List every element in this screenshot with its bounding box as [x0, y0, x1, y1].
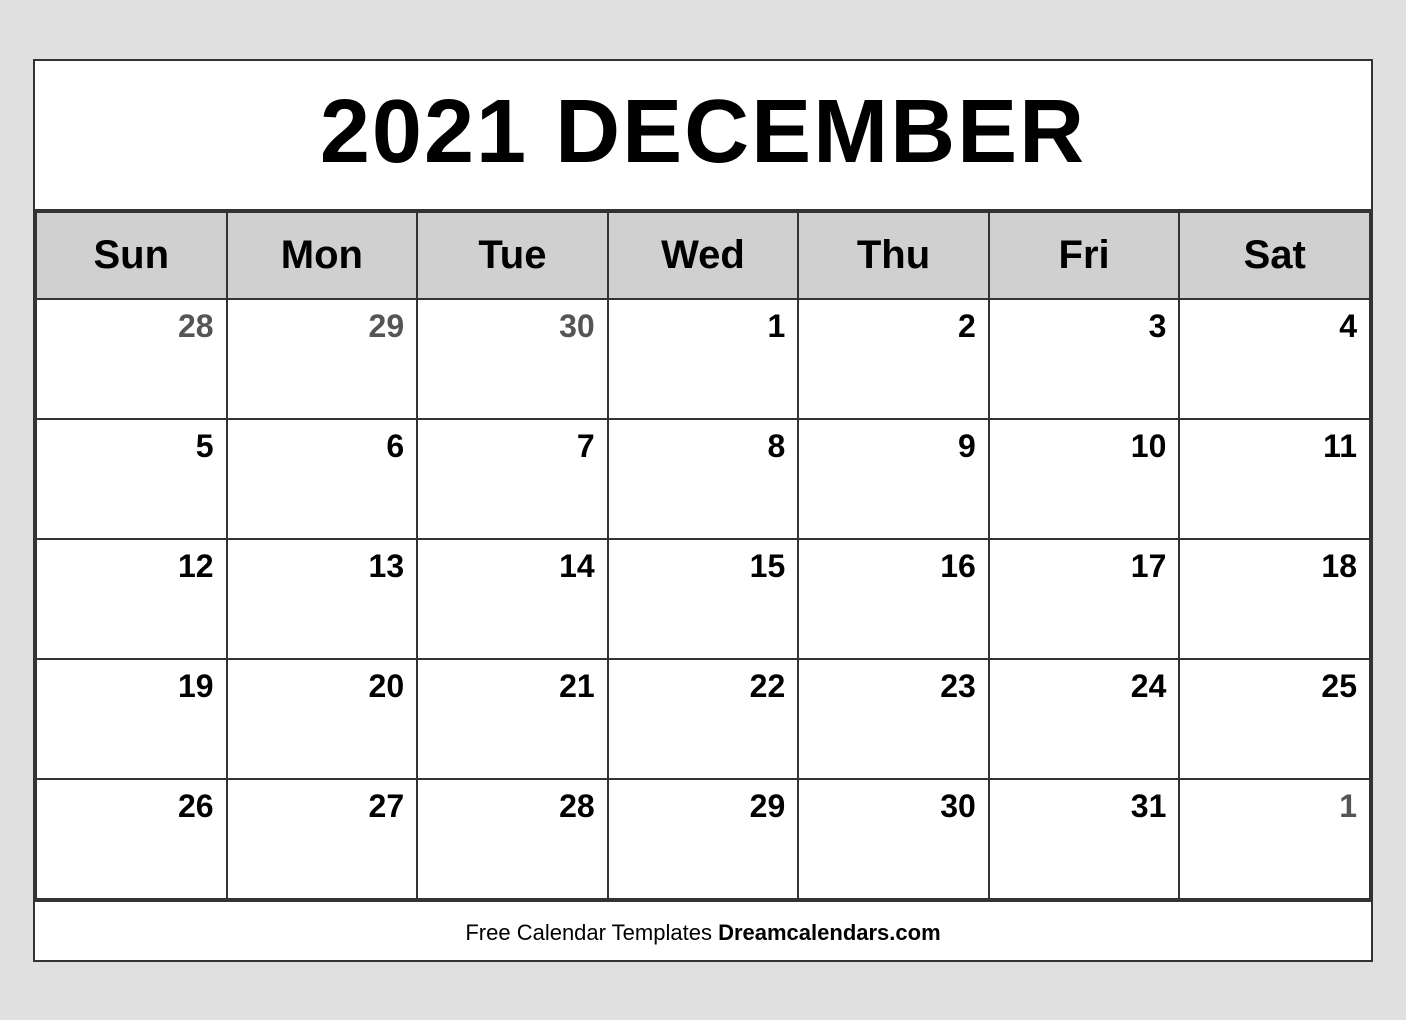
table-row: 21 [417, 659, 608, 779]
week-row-1: 28 29 30 1 2 3 4 [36, 299, 1370, 419]
header-sat: Sat [1179, 212, 1370, 299]
calendar-footer: Free Calendar Templates Dreamcalendars.c… [35, 900, 1371, 960]
header-tue: Tue [417, 212, 608, 299]
table-row: 15 [608, 539, 799, 659]
table-row: 19 [36, 659, 227, 779]
table-row: 30 [798, 779, 989, 899]
table-row: 8 [608, 419, 799, 539]
table-row: 24 [989, 659, 1180, 779]
week-row-2: 5 6 7 8 9 10 11 [36, 419, 1370, 539]
table-row: 29 [227, 299, 418, 419]
table-row: 5 [36, 419, 227, 539]
table-row: 26 [36, 779, 227, 899]
week-row-5: 26 27 28 29 30 31 1 [36, 779, 1370, 899]
header-wed: Wed [608, 212, 799, 299]
table-row: 9 [798, 419, 989, 539]
header-mon: Mon [227, 212, 418, 299]
table-row: 10 [989, 419, 1180, 539]
table-row: 28 [417, 779, 608, 899]
table-row: 4 [1179, 299, 1370, 419]
table-row: 20 [227, 659, 418, 779]
week-row-4: 19 20 21 22 23 24 25 [36, 659, 1370, 779]
table-row: 2 [798, 299, 989, 419]
table-row: 17 [989, 539, 1180, 659]
calendar-grid: Sun Mon Tue Wed Thu Fri Sat 28 29 30 1 2… [35, 211, 1371, 900]
table-row: 1 [1179, 779, 1370, 899]
footer-normal-text: Free Calendar Templates [465, 920, 718, 945]
footer-bold-text: Dreamcalendars.com [718, 920, 941, 945]
week-row-3: 12 13 14 15 16 17 18 [36, 539, 1370, 659]
table-row: 18 [1179, 539, 1370, 659]
header-fri: Fri [989, 212, 1180, 299]
calendar-container: 2021 DECEMBER Sun Mon Tue Wed Thu Fri Sa… [33, 59, 1373, 962]
table-row: 30 [417, 299, 608, 419]
table-row: 11 [1179, 419, 1370, 539]
table-row: 12 [36, 539, 227, 659]
table-row: 29 [608, 779, 799, 899]
days-header-row: Sun Mon Tue Wed Thu Fri Sat [36, 212, 1370, 299]
table-row: 6 [227, 419, 418, 539]
header-sun: Sun [36, 212, 227, 299]
table-row: 3 [989, 299, 1180, 419]
table-row: 23 [798, 659, 989, 779]
table-row: 13 [227, 539, 418, 659]
table-row: 1 [608, 299, 799, 419]
table-row: 14 [417, 539, 608, 659]
table-row: 22 [608, 659, 799, 779]
table-row: 25 [1179, 659, 1370, 779]
calendar-title: 2021 DECEMBER [35, 61, 1371, 211]
header-thu: Thu [798, 212, 989, 299]
table-row: 16 [798, 539, 989, 659]
table-row: 31 [989, 779, 1180, 899]
table-row: 27 [227, 779, 418, 899]
table-row: 28 [36, 299, 227, 419]
table-row: 7 [417, 419, 608, 539]
